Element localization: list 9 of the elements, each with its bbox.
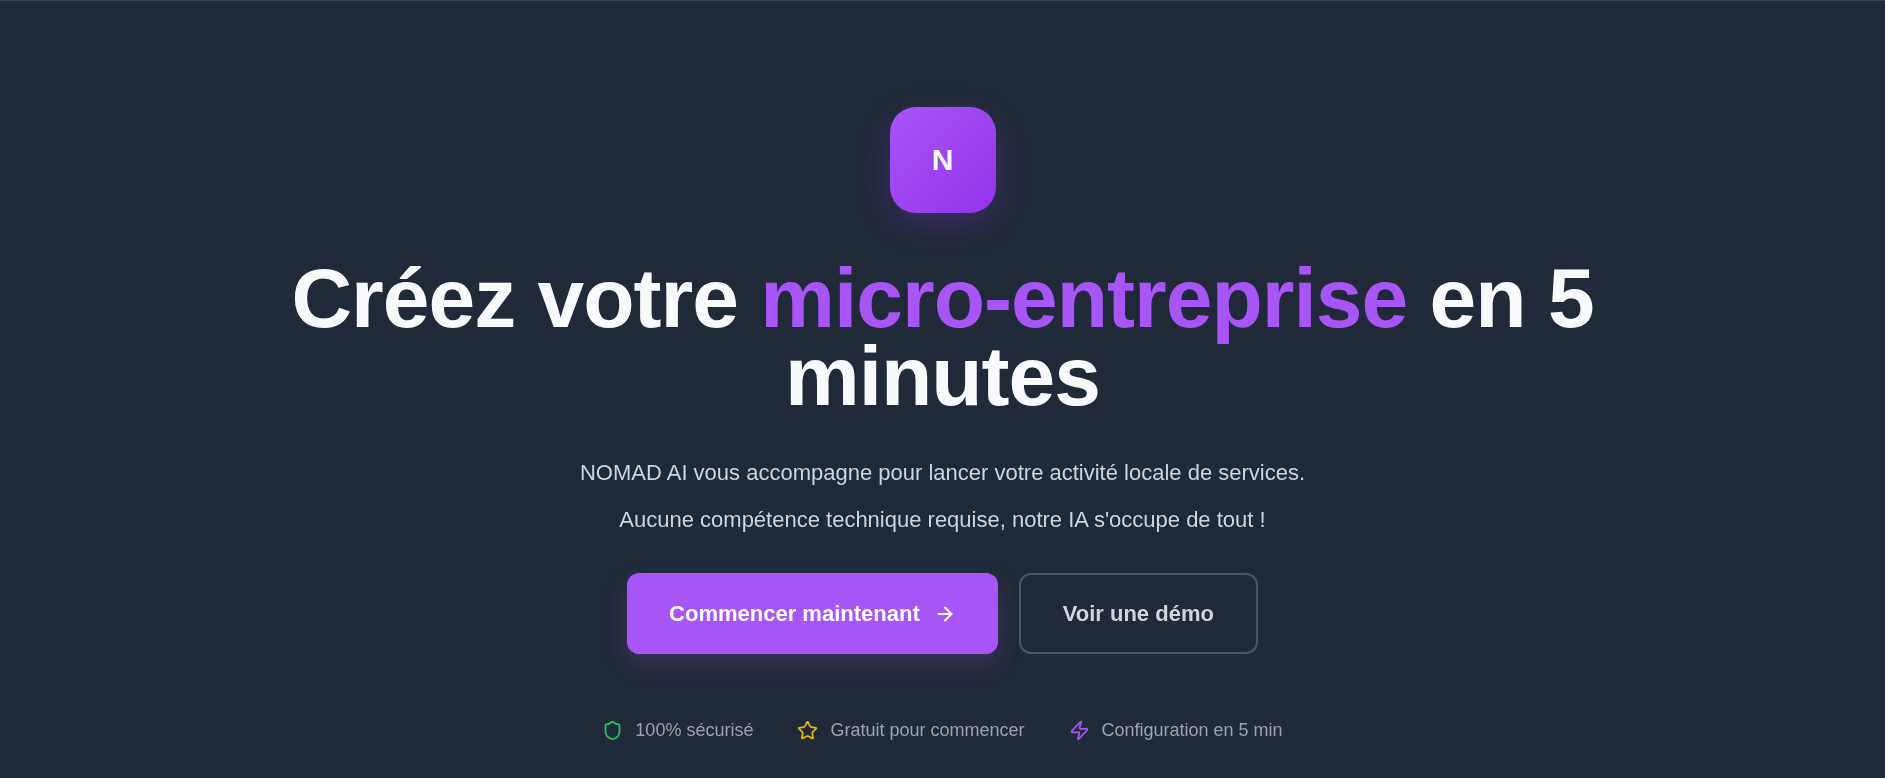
logo: N — [889, 107, 996, 213]
headline: Créez votre micro-entreprise en 5 minutes — [290, 259, 1595, 415]
subtitle-text: Aucune compétence technique requise, notre IA s'occupe de tout ! — [619, 506, 1266, 534]
start-button[interactable]: Commencer maintenant — [627, 573, 998, 654]
feature-label: Configuration en 5 min — [1101, 720, 1283, 741]
demo-button[interactable]: Voir une démo — [1018, 573, 1258, 654]
subtitle-text: NOMAD AI vous accompagne pour lancer votre activité locale de services. — [579, 459, 1306, 487]
feature-label: Gratuit pour commencer — [830, 720, 1025, 741]
feature-label: 100% sécurisé — [635, 720, 754, 741]
